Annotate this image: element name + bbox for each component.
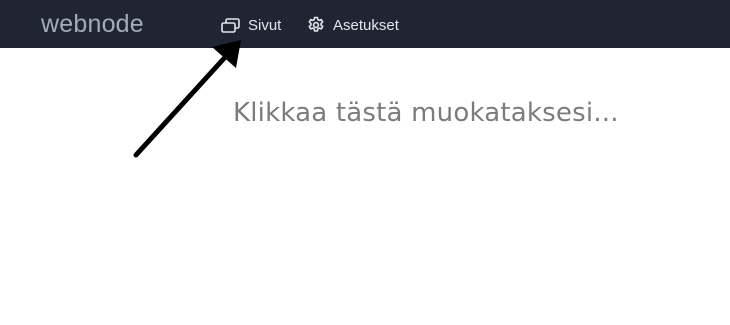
nav-settings-label: Asetukset bbox=[333, 16, 399, 34]
webnode-logo[interactable]: webnode bbox=[41, 10, 144, 38]
nav-pages-button[interactable]: Sivut bbox=[221, 13, 281, 37]
gear-icon bbox=[307, 16, 325, 34]
top-navigation-bar: webnode Sivut Asetukset bbox=[0, 0, 730, 48]
nav-settings-button[interactable]: Asetukset bbox=[307, 13, 399, 37]
pages-icon bbox=[221, 17, 240, 33]
editable-headline[interactable]: Klikkaa tästä muokataksesi... bbox=[233, 98, 619, 128]
annotation-arrow-icon bbox=[133, 40, 241, 158]
nav-pages-label: Sivut bbox=[248, 16, 282, 34]
